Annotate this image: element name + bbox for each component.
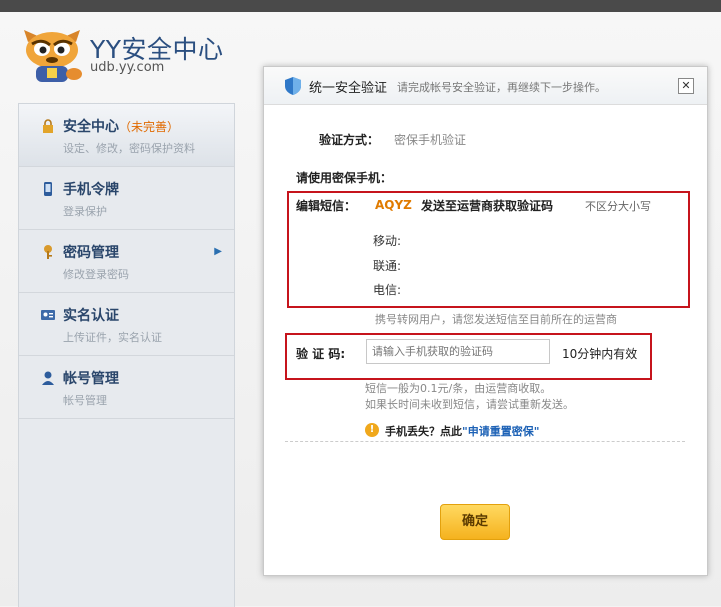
sidebar-item-desc: 登录保护 [63,205,107,218]
sidebar-item-security-center[interactable]: 安全中心（未完善） 设定、修改，密码保护资料 [19,104,234,167]
verification-code-input[interactable] [366,339,550,364]
sms-send-instruction: 发送至运营商获取验证码 [421,199,554,213]
sidebar-item-desc: 修改登录密码 [63,268,129,281]
sidebar-item-account[interactable]: 帐号管理 帐号管理 [19,356,234,419]
carrier-note: 携号转网用户，请您发送短信至目前所在的运营商 [375,313,617,326]
user-icon [42,371,54,385]
method-value: 密保手机验证 [394,133,467,147]
case-insensitive-note: 不区分大小写 [585,200,651,213]
sidebar-item-password[interactable]: 密码管理 ▶ 修改登录密码 [19,230,234,293]
method-label: 验证方式： [319,133,380,147]
phone-icon [44,182,52,196]
sidebar-item-label: 手机令牌 [63,182,119,198]
yy-mascot-logo [24,30,82,82]
sidebar-item-desc: 设定、修改，密码保护资料 [63,142,195,155]
code-validity: 10分钟内有效 [562,347,638,361]
sms-code: AQYZ [375,198,412,212]
info-icon: ! [365,423,379,437]
sidebar-item-label: 安全中心（未完善） [63,119,180,135]
reset-security-link[interactable]: "申请重置密保" [462,425,539,438]
code-label: 验 证 码: [296,347,346,361]
top-bar [0,0,721,12]
sidebar-item-desc: 帐号管理 [63,394,107,407]
dialog-subtitle: 请完成帐号安全验证，再继续下一步操作。 [397,81,606,94]
phone-label: 请使用密保手机： [296,171,393,185]
key-icon [44,245,52,259]
divider [285,441,685,442]
carrier-unicom: 联通: [373,259,402,273]
fee-note: 短信一般为0.1元/条，由运营商收取。 [365,382,552,395]
sidebar-item-desc: 上传证件，实名认证 [63,331,162,344]
sms-label: 编辑短信： [296,199,357,213]
id-card-icon [41,310,55,320]
sidebar-item-real-name[interactable]: 实名认证 上传证件，实名认证 [19,293,234,356]
sidebar-item-label: 帐号管理 [63,371,119,387]
lost-phone-tip: 手机丢失？点此"申请重置密保" [385,425,540,438]
chevron-right-icon: ▶ [214,246,222,257]
shield-icon [285,77,301,95]
sidebar-item-label: 密码管理 [63,245,119,261]
dialog-header: 统一安全验证 请完成帐号安全验证，再继续下一步操作。 ✕ [264,67,707,105]
incomplete-tag: （未完善） [119,120,180,134]
carrier-mobile: 移动: [373,234,402,248]
sidebar: 安全中心（未完善） 设定、修改，密码保护资料 手机令牌 登录保护 密码管理 ▶ … [18,103,235,607]
confirm-button[interactable]: 确定 [440,504,510,540]
carrier-telecom: 电信: [373,283,402,297]
sidebar-item-label: 实名认证 [63,308,119,324]
lock-icon [43,119,53,133]
sidebar-item-mobile-token[interactable]: 手机令牌 登录保护 [19,167,234,230]
retry-note: 如果长时间未收到短信，请尝试重新发送。 [365,398,574,411]
close-button[interactable]: ✕ [678,78,694,94]
dialog-title: 统一安全验证 [309,81,388,96]
site-url: udb.yy.com [90,60,165,75]
